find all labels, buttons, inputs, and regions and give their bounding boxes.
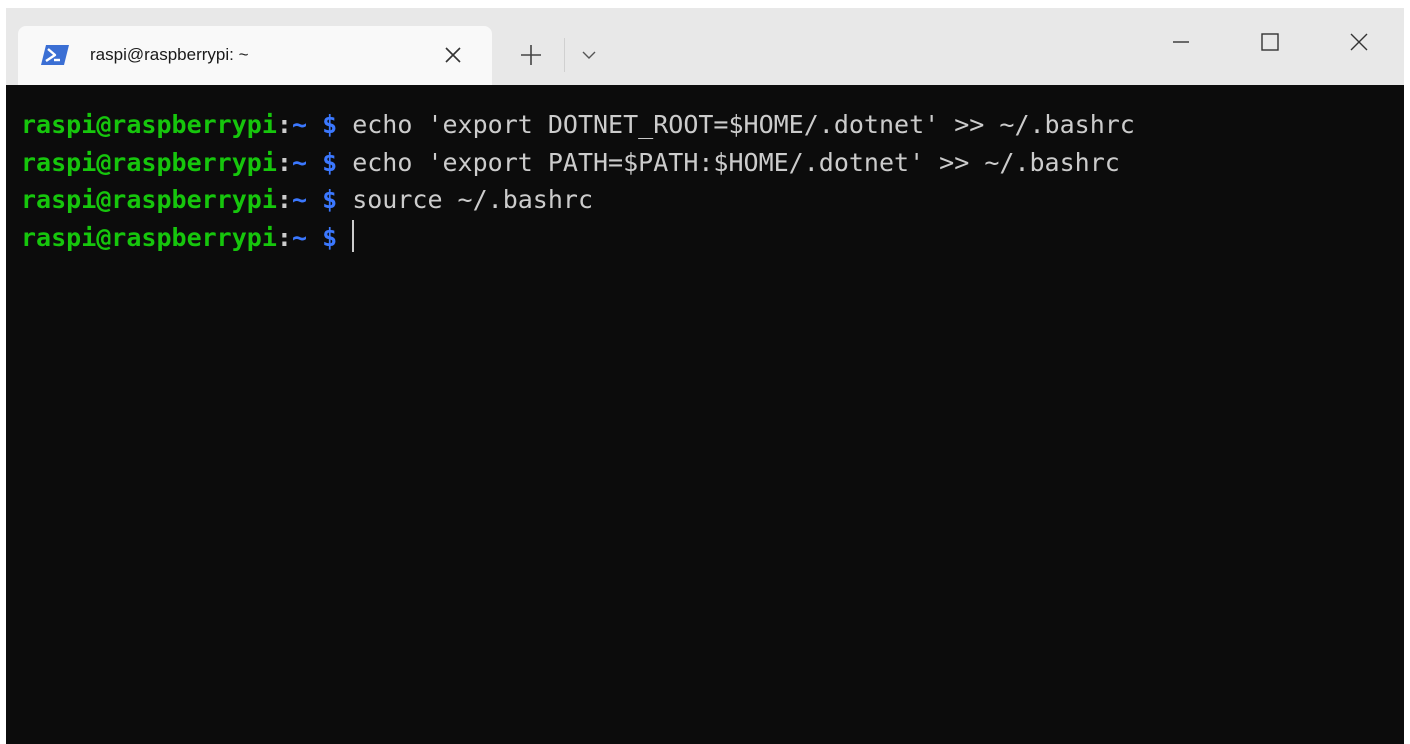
title-bar[interactable]: raspi@raspberrypi: ~ [6,8,1404,85]
prompt-user: raspi@raspberrypi [21,147,277,177]
chevron-down-icon [582,51,596,59]
terminal-line: raspi@raspberrypi:~ $ source ~/.bashrc [21,181,1404,219]
minimize-icon [1173,41,1189,43]
text-cursor [352,219,355,252]
terminal-window: raspi@raspberrypi: ~ raspi@raspberrypi:~… [6,8,1404,744]
maximize-icon [1261,33,1279,51]
tab-title: raspi@raspberrypi: ~ [90,45,249,64]
prompt-dollar: $ [322,185,338,214]
maximize-button[interactable] [1248,22,1292,62]
minimize-button[interactable] [1159,22,1203,62]
command-text: echo 'export PATH=$PATH:$HOME/.dotnet' >… [352,147,1120,177]
prompt-path: ~ [291,147,307,177]
prompt-colon: : [276,110,292,139]
prompt-dollar: $ [322,222,338,252]
command-text: source ~/.bashrc [352,185,594,214]
prompt-path: ~ [291,185,307,214]
tab-separator [564,38,565,72]
close-window-button[interactable] [1337,22,1381,62]
prompt-user: raspi@raspberrypi [21,185,277,214]
prompt-user: raspi@raspberrypi [21,222,277,252]
tab-close-button[interactable] [436,40,470,70]
terminal-line: raspi@raspberrypi:~ $ echo 'export DOTNE… [21,106,1404,144]
tab-terminal[interactable]: raspi@raspberrypi: ~ [18,26,492,85]
powershell-icon [40,44,70,66]
new-tab-button[interactable] [512,38,550,72]
prompt-path: ~ [291,110,307,139]
close-icon [1350,33,1368,51]
prompt-colon: : [276,222,292,252]
prompt-path: ~ [291,222,307,252]
tab-dropdown-button[interactable] [572,38,606,72]
prompt-dollar: $ [322,147,338,177]
prompt-user: raspi@raspberrypi [21,110,277,139]
terminal-output[interactable]: raspi@raspberrypi:~ $ echo 'export DOTNE… [6,85,1404,744]
prompt-colon: : [276,147,292,177]
prompt-colon: : [276,185,292,214]
prompt-dollar: $ [322,110,338,139]
terminal-line: raspi@raspberrypi:~ $ echo 'export PATH=… [21,144,1404,182]
terminal-line: raspi@raspberrypi:~ $ [21,219,1404,257]
command-text: echo 'export DOTNET_ROOT=$HOME/.dotnet' … [352,110,1135,139]
plus-icon [521,45,541,65]
close-icon [445,47,461,63]
